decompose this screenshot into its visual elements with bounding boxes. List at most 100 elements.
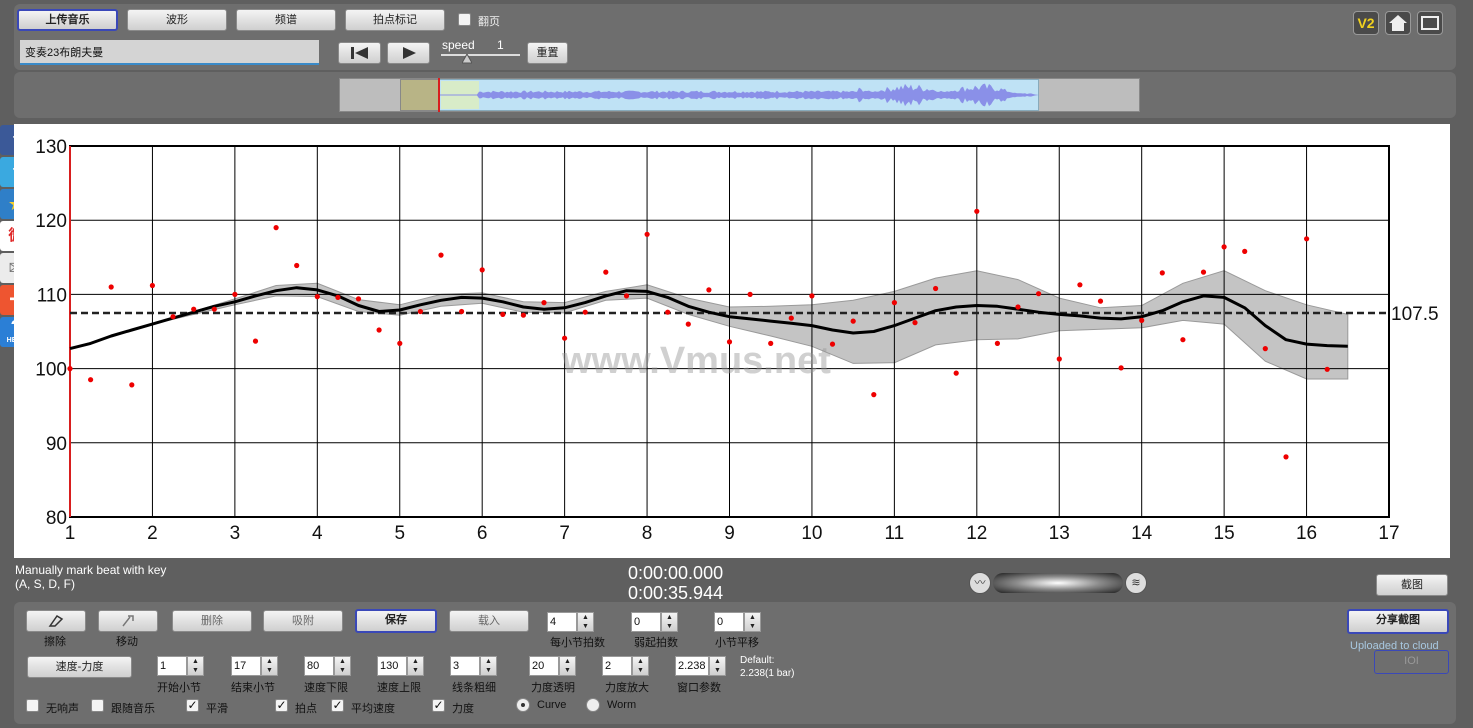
beat-point[interactable] (1159, 270, 1165, 276)
dynamics-scale-value[interactable]: 2 (602, 656, 632, 676)
snap-button[interactable]: 吸附 (263, 610, 343, 632)
screenshot-button[interactable]: 截图 (1376, 574, 1448, 596)
end-bar-arrows[interactable]: ▲ ▼ (261, 656, 278, 676)
volume-track[interactable] (993, 573, 1123, 593)
beat-point[interactable] (1221, 244, 1227, 250)
beat-point[interactable] (685, 321, 691, 327)
line-width-value[interactable]: 3 (450, 656, 480, 676)
beat-point[interactable] (376, 327, 382, 333)
pickup-beats-value[interactable]: 0 (631, 612, 661, 632)
bar-shift-value[interactable]: 0 (714, 612, 744, 632)
beat-point[interactable] (1015, 304, 1021, 310)
dynamics-opacity-value[interactable]: 20 (529, 656, 559, 676)
start-bar-value[interactable]: 1 (157, 656, 187, 676)
beats-per-bar-spinner[interactable]: 4 ▲ ▼ (547, 612, 594, 632)
window-param-arrows[interactable]: ▲ ▼ (709, 656, 726, 676)
beat-point[interactable] (541, 300, 547, 306)
tempo-max-arrows[interactable]: ▲ ▼ (407, 656, 424, 676)
dynamics-scale-arrows[interactable]: ▲ ▼ (632, 656, 649, 676)
beat-point[interactable] (953, 370, 959, 376)
beat-point[interactable] (809, 293, 815, 299)
dynamics-scale-spinner[interactable]: 2 ▲ ▼ (602, 656, 649, 676)
load-button[interactable]: 载入 (449, 610, 529, 632)
beat-point[interactable] (1262, 346, 1268, 352)
line-width-arrows[interactable]: ▲ ▼ (480, 656, 497, 676)
move-button[interactable] (98, 610, 158, 632)
beats-per-bar-value[interactable]: 4 (547, 612, 577, 632)
waveform-button[interactable]: 波形 (127, 9, 227, 31)
beat-point[interactable] (1304, 236, 1310, 242)
delete-button[interactable]: 删除 (172, 610, 252, 632)
beat-point[interactable] (582, 309, 588, 315)
beat-point[interactable] (438, 252, 444, 258)
beat-point[interactable] (1118, 365, 1124, 371)
tempo-min-arrows[interactable]: ▲ ▼ (334, 656, 351, 676)
beat-point[interactable] (170, 314, 176, 320)
pickup-beats-spinner[interactable]: 0 ▲ ▼ (631, 612, 678, 632)
worm-radio[interactable] (586, 698, 600, 712)
play-button[interactable] (387, 42, 430, 64)
beat-point[interactable] (273, 225, 279, 231)
beat-point[interactable] (644, 231, 650, 237)
rewind-button[interactable] (338, 42, 381, 64)
speed-slider-handle[interactable] (462, 54, 472, 64)
reset-button[interactable]: 重置 (527, 42, 568, 64)
home-icon[interactable] (1385, 11, 1411, 35)
beat-point[interactable] (479, 267, 485, 273)
beat-point[interactable] (1283, 454, 1289, 460)
beat-point[interactable] (397, 340, 403, 346)
beat-point[interactable] (1180, 337, 1186, 343)
save-button[interactable]: 保存 (355, 609, 437, 633)
beat-point[interactable] (603, 269, 609, 275)
dynamics-opacity-spinner[interactable]: 20 ▲ ▼ (529, 656, 576, 676)
bar-shift-arrows[interactable]: ▲ ▼ (744, 612, 761, 632)
beat-point[interactable] (1242, 248, 1248, 254)
beats-per-bar-arrows[interactable]: ▲ ▼ (577, 612, 594, 632)
tempo-max-spinner[interactable]: 130 ▲ ▼ (377, 656, 424, 676)
beat-point[interactable] (933, 285, 939, 292)
dynamics-checkbox[interactable]: ✓ (432, 699, 445, 712)
beat-point[interactable] (1077, 282, 1083, 288)
beat-point[interactable] (871, 392, 877, 398)
beat-point[interactable] (1324, 366, 1330, 372)
mute-checkbox[interactable] (26, 699, 39, 712)
beat-point[interactable] (706, 287, 712, 293)
beat-point[interactable] (108, 284, 114, 290)
beat-point[interactable] (355, 296, 362, 302)
average-tempo-checkbox[interactable]: ✓ (331, 699, 344, 712)
beat-point[interactable] (314, 294, 320, 300)
beat-point[interactable] (252, 338, 259, 344)
tempo-dynamics-button[interactable]: 速度-力度 (27, 656, 132, 678)
window-param-value[interactable]: 2.238 (675, 656, 709, 676)
beat-point[interactable] (417, 308, 423, 315)
upload-music-button[interactable]: 上传音乐 (17, 9, 118, 31)
erase-button[interactable] (26, 610, 86, 632)
playhead-marker[interactable] (438, 78, 440, 112)
beat-point[interactable] (623, 293, 630, 299)
beat-point[interactable] (88, 377, 94, 383)
beat-point[interactable] (1036, 291, 1042, 297)
pickup-beats-arrows[interactable]: ▲ ▼ (661, 612, 678, 632)
end-bar-value[interactable]: 17 (231, 656, 261, 676)
start-bar-arrows[interactable]: ▲ ▼ (187, 656, 204, 676)
tempo-min-spinner[interactable]: 80 ▲ ▼ (304, 656, 351, 676)
beat-point[interactable] (149, 282, 155, 289)
tempo-min-value[interactable]: 80 (304, 656, 334, 676)
beat-point[interactable] (1139, 317, 1145, 323)
beat-point[interactable] (994, 340, 1001, 346)
beat-point[interactable] (232, 291, 238, 297)
spectrum-button[interactable]: 频谱 (236, 9, 336, 31)
beat-point[interactable] (912, 320, 918, 326)
ioi-button[interactable]: IOI (1374, 650, 1449, 674)
beat-mark-button[interactable]: 拍点标记 (345, 9, 445, 31)
window-param-spinner[interactable]: 2.238 ▲ ▼ (675, 656, 726, 676)
track-name-field[interactable]: 变奏23布朗夫曼 (20, 40, 319, 65)
beat-point[interactable] (747, 291, 753, 297)
beat-point[interactable] (665, 309, 671, 315)
waveform-navigator[interactable] (339, 78, 1140, 112)
follow-music-checkbox[interactable] (91, 699, 104, 712)
bar-shift-spinner[interactable]: 0 ▲ ▼ (714, 612, 761, 632)
beat-point[interactable] (129, 382, 135, 388)
beat-point[interactable] (335, 294, 341, 300)
beat-point[interactable] (459, 308, 465, 315)
